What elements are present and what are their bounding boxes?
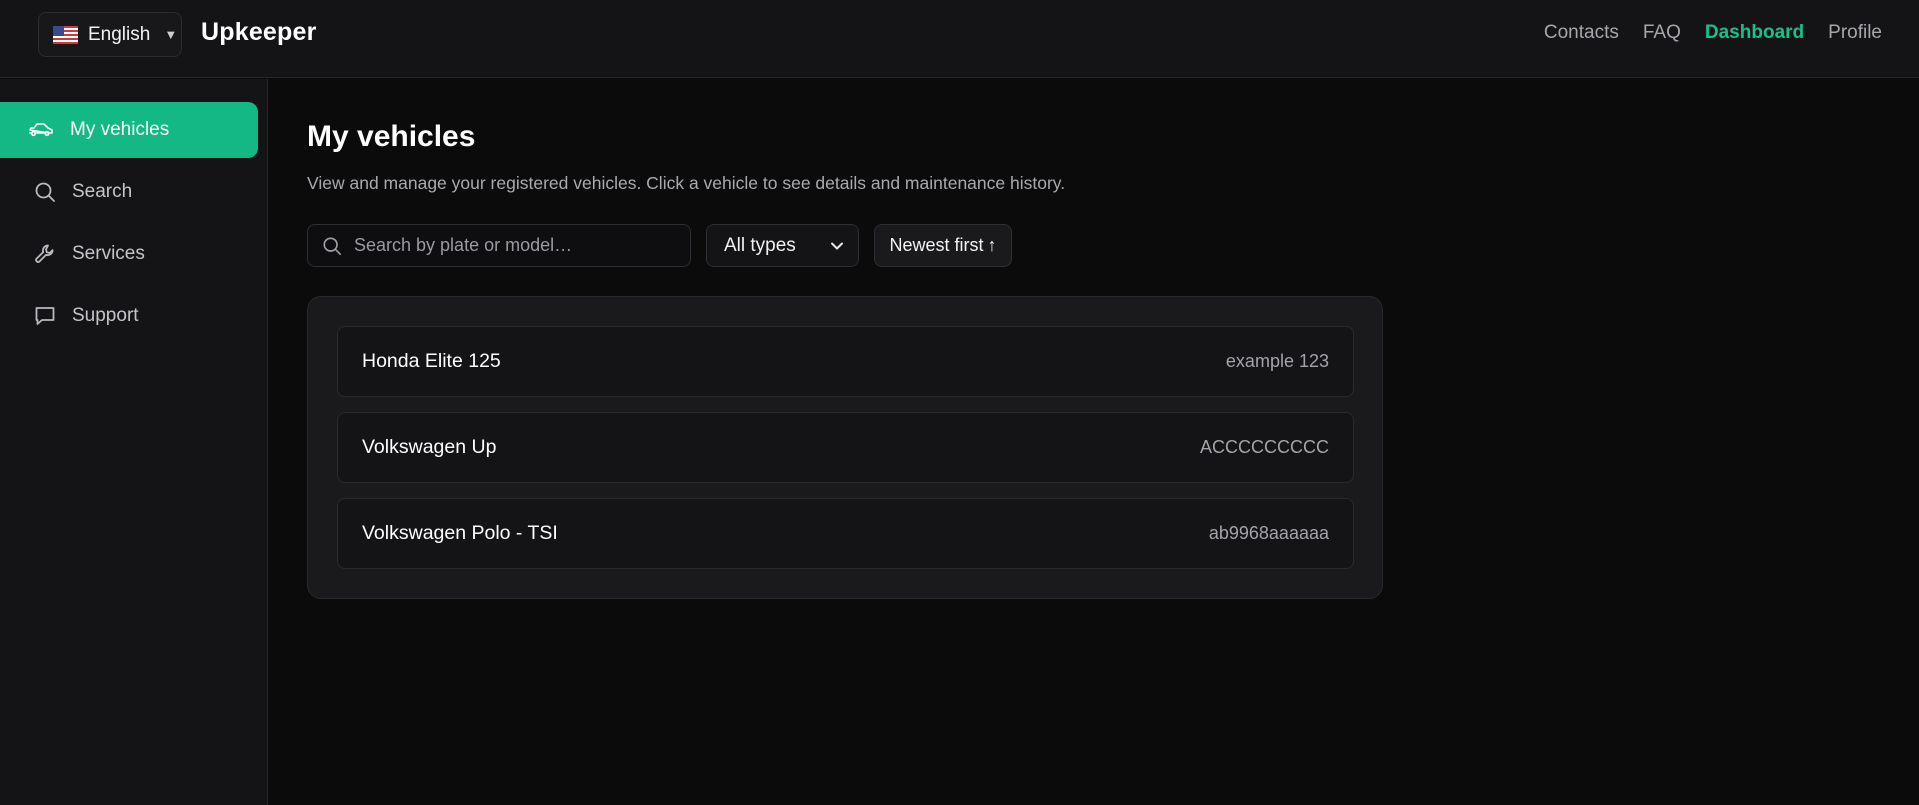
- sidebar-item-my-vehicles[interactable]: My vehicles: [0, 102, 258, 158]
- vehicle-row[interactable]: Honda Elite 125 example 123: [337, 326, 1354, 397]
- brand-logo[interactable]: Upkeeper: [201, 18, 317, 47]
- vehicle-search-input[interactable]: [354, 235, 674, 256]
- sort-button[interactable]: Newest first ↑: [874, 224, 1012, 267]
- sidebar: My vehicles Search Services Support: [0, 79, 268, 805]
- chevron-down-icon: [831, 242, 843, 249]
- sidebar-item-label: My vehicles: [70, 119, 170, 140]
- search-icon: [323, 236, 341, 255]
- sidebar-item-search[interactable]: Search: [0, 164, 258, 220]
- vehicle-list-card: Honda Elite 125 example 123 Volkswagen U…: [307, 296, 1383, 599]
- nav-faq[interactable]: FAQ: [1643, 22, 1681, 44]
- car-icon: [29, 123, 53, 137]
- vehicle-plate: ab9968aaaaaa: [1208, 523, 1329, 543]
- sidebar-item-services[interactable]: Services: [0, 226, 258, 282]
- vehicle-row[interactable]: Volkswagen Up ACCCCCCCCC: [337, 412, 1354, 483]
- chat-icon: [35, 307, 55, 325]
- caret-down-icon: ▼: [164, 27, 178, 42]
- language-selector[interactable]: English ▼: [38, 12, 182, 57]
- page-subtitle: View and manage your registered vehicles…: [307, 173, 1066, 193]
- top-nav: Contacts FAQ Dashboard Profile: [1544, 22, 1882, 44]
- sidebar-item-support[interactable]: Support: [0, 288, 258, 344]
- nav-profile[interactable]: Profile: [1828, 22, 1882, 44]
- type-filter-value: All types: [724, 234, 796, 256]
- vehicle-name: Volkswagen Polo - TSI: [362, 522, 558, 544]
- type-filter-select[interactable]: All types: [706, 224, 859, 267]
- arrow-up-icon: ↑: [987, 235, 997, 255]
- us-flag-icon: [53, 25, 78, 44]
- sidebar-item-label: Support: [72, 305, 139, 326]
- vehicle-plate: example 123: [1225, 351, 1329, 371]
- sort-label: Newest first: [889, 235, 984, 255]
- sidebar-item-label: Services: [72, 243, 145, 264]
- top-bar: English ▼ Upkeeper Contacts FAQ Dashboar…: [0, 0, 1919, 78]
- language-label: English: [88, 23, 151, 45]
- vehicle-name: Honda Elite 125: [362, 350, 501, 372]
- vehicle-row[interactable]: Volkswagen Polo - TSI ab9968aaaaaa: [337, 498, 1354, 569]
- vehicle-name: Volkswagen Up: [362, 436, 497, 458]
- nav-dashboard[interactable]: Dashboard: [1705, 22, 1804, 44]
- vehicle-search-box[interactable]: [307, 224, 691, 267]
- wrench-icon: [35, 244, 54, 263]
- vehicle-plate: ACCCCCCCCC: [1200, 437, 1329, 457]
- search-icon: [35, 182, 55, 202]
- page-title: My vehicles: [307, 120, 476, 153]
- nav-contacts[interactable]: Contacts: [1544, 22, 1619, 44]
- sidebar-item-label: Search: [72, 181, 133, 202]
